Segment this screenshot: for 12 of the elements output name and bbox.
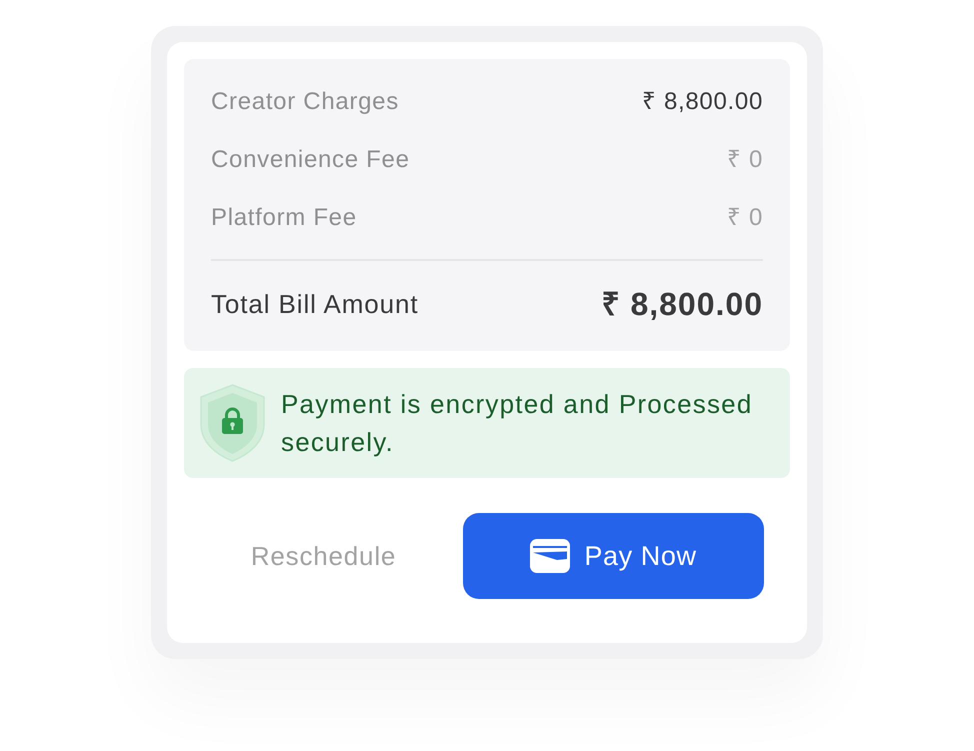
total-amount: ₹ 8,800.00 <box>602 285 763 324</box>
charge-amount: ₹ 8,800.00 <box>642 87 763 117</box>
charge-label: Platform Fee <box>211 203 357 233</box>
shield-lock-icon <box>200 384 265 462</box>
charge-label: Creator Charges <box>211 87 399 117</box>
charge-amount: ₹ 0 <box>726 145 763 175</box>
wallet-icon <box>530 539 570 573</box>
pay-now-button[interactable]: Pay Now <box>463 513 764 599</box>
charge-label: Convenience Fee <box>211 145 410 175</box>
security-message: Payment is encrypted and Processed securely. <box>281 388 754 459</box>
total-label: Total Bill Amount <box>211 288 419 320</box>
charge-amount: ₹ 0 <box>726 203 763 233</box>
